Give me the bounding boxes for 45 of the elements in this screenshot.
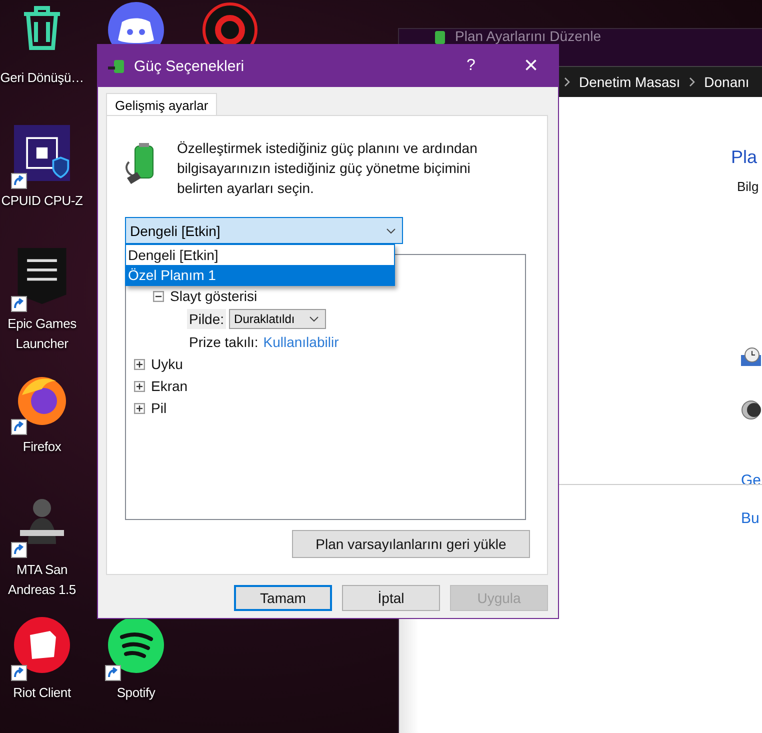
desktop-icon-label[interactable]: Epic Games Launcher xyxy=(0,314,84,354)
dialog-title: Güç Seçenekleri xyxy=(134,58,246,74)
close-button[interactable]: × xyxy=(508,45,554,87)
desktop-icon-label[interactable]: MTA San Andreas 1.5 xyxy=(0,560,84,600)
caret-icon xyxy=(386,228,396,234)
chip-icon[interactable] xyxy=(14,125,70,181)
setting-link[interactable]: Kullanılabilir xyxy=(263,334,339,350)
page-subtitle: Bilg xyxy=(737,179,759,194)
collapse-toggle-icon[interactable] xyxy=(153,290,164,302)
sound-waves-icon[interactable] xyxy=(108,617,164,673)
chevron-icon xyxy=(563,76,571,88)
tree-item[interactable]: Pil xyxy=(151,400,167,416)
tree-item[interactable]: Slayt gösterisi xyxy=(170,288,258,304)
tab[interactable]: Gelişmiş ayarlar xyxy=(106,93,218,116)
desktop-icon-label[interactable]: Geri Dönüşü… xyxy=(0,68,84,88)
dialog-button[interactable]: Tamam xyxy=(234,585,332,611)
dialog-button[interactable]: İptal xyxy=(342,585,440,611)
caret-icon xyxy=(308,316,319,322)
desktop-icon-label[interactable]: Firefox xyxy=(0,437,84,457)
window-title: Plan Ayarlarını Düzenle xyxy=(455,29,602,44)
breadcrumb-item[interactable]: Donanı xyxy=(704,74,750,90)
page-heading: Pla xyxy=(731,147,758,168)
link[interactable]: Bu xyxy=(741,510,760,527)
plan-dropdown[interactable]: Dengeli [Etkin] xyxy=(125,217,403,244)
help-button[interactable]: ? xyxy=(448,45,494,87)
battery-plug-icon xyxy=(108,58,126,74)
desktop-icon-label[interactable]: Spotify xyxy=(94,683,178,703)
desktop-icon-label[interactable]: Riot Client xyxy=(0,683,84,703)
tree-item[interactable]: Ekran xyxy=(151,378,188,394)
setting-label: Prize takılı: xyxy=(188,332,260,352)
breadcrumb-item[interactable]: Denetim Masası xyxy=(579,74,680,90)
battery-icon xyxy=(433,29,447,45)
restore-defaults-button[interactable]: Plan varsayılanlarını geri yükle xyxy=(292,530,530,558)
fist-icon[interactable] xyxy=(14,617,70,673)
chevron-icon xyxy=(688,76,696,88)
tree-item[interactable]: Uyku xyxy=(151,356,183,372)
dropdown-option[interactable]: Özel Planım 1 xyxy=(126,265,394,285)
dropdown-option[interactable]: Dengeli [Etkin] xyxy=(126,245,394,265)
expand-toggle-icon[interactable] xyxy=(134,402,145,414)
setting-label: Pilde: xyxy=(187,308,226,328)
desktop-icon-label[interactable]: CPUID CPU-Z xyxy=(0,191,84,211)
expand-toggle-icon[interactable] xyxy=(134,358,145,370)
description-text: Özelleştirmek istediğiniz güç planını ve ardından bilgisayarınızın istediğiniz güç yönetme biçimini belirten ayarları seçin. xyxy=(177,139,478,198)
setting-dropdown[interactable]: Duraklatıldı xyxy=(229,308,326,328)
expand-toggle-icon[interactable] xyxy=(134,380,145,392)
